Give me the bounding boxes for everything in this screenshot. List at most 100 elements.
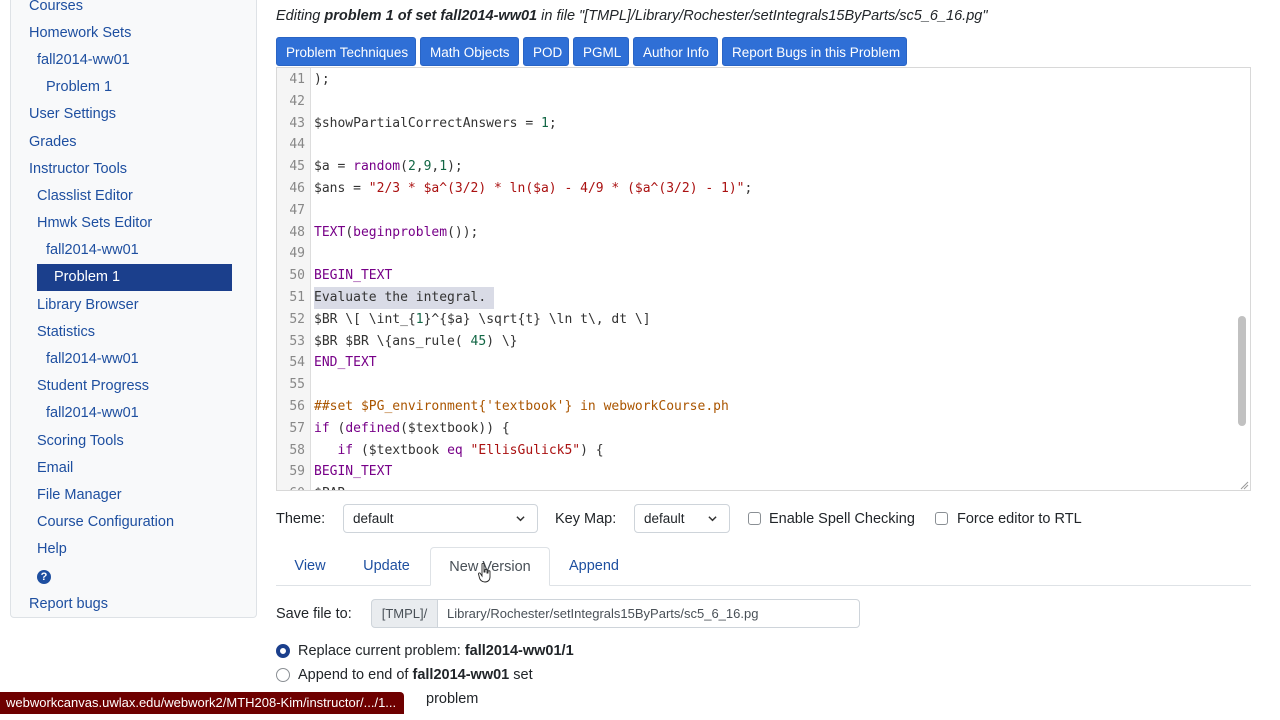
theme-label: Theme: xyxy=(276,511,326,527)
code-line[interactable]: 46 $ans = "2/3 * $a^(3/2) * ln($a) - 4/9 … xyxy=(277,178,1237,200)
report-bugs-problem-button[interactable]: Report Bugs in this Problem xyxy=(722,37,907,66)
tab-append[interactable]: Append xyxy=(558,547,630,585)
sidebar-item-problem-1[interactable]: Problem 1 xyxy=(46,74,112,101)
code-text: if ($textbook eq "EllisGulick5") { xyxy=(337,442,604,458)
sidebar-item-user-settings[interactable]: User Settings xyxy=(29,101,116,128)
spell-check-label: Enable Spell Checking xyxy=(769,511,915,527)
code-line[interactable]: 47 xyxy=(277,200,1237,222)
sidebar-item-progress-set[interactable]: fall2014-ww01 xyxy=(46,400,139,427)
code-line[interactable]: 48 TEXT(beginproblem()); xyxy=(277,222,1237,244)
replace-problem-radio[interactable] xyxy=(276,644,290,658)
line-number: 59 xyxy=(289,464,305,480)
sidebar-item-hmwk-sets-editor[interactable]: Hmwk Sets Editor xyxy=(37,210,152,237)
chevron-down-icon xyxy=(516,516,525,522)
line-number: 60 xyxy=(277,483,305,490)
append-set-label: Append to end of fall2014-ww01 set xyxy=(298,667,533,683)
hand-cursor-icon xyxy=(478,563,491,583)
line-number: 54 xyxy=(289,355,305,371)
code-line[interactable]: 51 Evaluate the integral. xyxy=(277,287,1237,309)
sidebar-item-editor-problem-1[interactable]: Problem 1 xyxy=(37,264,232,291)
sidebar-item-grades[interactable]: Grades xyxy=(29,129,77,156)
code-line[interactable]: 58 if ($textbook eq "EllisGulick5") { xyxy=(277,440,1237,462)
pgml-button[interactable]: PGML xyxy=(573,37,629,66)
code-line[interactable]: 41); xyxy=(277,69,1237,91)
tab-view[interactable]: View xyxy=(281,547,339,585)
code-line[interactable]: 53 $BR $BR \{ans_rule( 45) \} xyxy=(277,331,1237,353)
keymap-select[interactable]: default xyxy=(634,504,730,533)
code-line[interactable]: 44 xyxy=(277,134,1237,156)
question-circle-icon[interactable]: ? xyxy=(37,570,51,584)
line-number: 51 xyxy=(289,290,305,305)
line-number: 57 xyxy=(289,420,305,436)
code-line[interactable]: 57 if (defined($textbook)) { xyxy=(277,418,1237,440)
sidebar-item-set-fall2014-ww01[interactable]: fall2014-ww01 xyxy=(37,47,130,74)
code-editor[interactable]: 41); 42 43 $showPartialCorrectAnswers = 1; 4… xyxy=(276,67,1251,491)
sidebar-item-student-progress[interactable]: Student Progress xyxy=(37,373,149,400)
line-number: 43 xyxy=(289,115,305,131)
replace-prefix: Replace current problem: xyxy=(298,643,465,659)
code-line[interactable]: 43 $showPartialCorrectAnswers = 1; xyxy=(277,113,1237,135)
sidebar-item-statistics[interactable]: Statistics xyxy=(37,319,95,346)
code-text: BEGIN_TEXT xyxy=(314,268,393,284)
save-file-label: Save file to: xyxy=(276,606,352,622)
replace-target: fall2014-ww01/1 xyxy=(464,643,574,659)
code-line[interactable]: 50 BEGIN_TEXT xyxy=(277,265,1237,287)
chevron-down-icon xyxy=(708,516,717,522)
sidebar-item-homework-sets[interactable]: Homework Sets xyxy=(29,20,131,47)
sidebar-item-library-browser[interactable]: Library Browser xyxy=(37,292,139,319)
tab-update[interactable]: Update xyxy=(349,547,424,585)
line-number: 41 xyxy=(289,72,305,87)
code-line[interactable]: 55 xyxy=(277,374,1237,396)
editor-scrollbar-thumb[interactable] xyxy=(1238,316,1246,426)
append-set-radio[interactable] xyxy=(276,668,290,682)
code-text: $showPartialCorrectAnswers = 1; xyxy=(314,115,557,131)
code-text: BEGIN_TEXT xyxy=(314,464,393,480)
code-line[interactable]: 42 xyxy=(277,91,1237,113)
code-text: ); xyxy=(314,72,330,87)
code-text: END_TEXT xyxy=(314,355,377,371)
code-line[interactable]: 54 END_TEXT xyxy=(277,352,1237,374)
code-text: if (defined($textbook)) { xyxy=(314,420,510,436)
sidebar-item-courses[interactable]: Courses xyxy=(29,0,83,20)
spell-check-checkbox[interactable] xyxy=(748,512,761,525)
code-line[interactable]: 52 $BR \[ \int_{1}^{$a} \sqrt{t} \ln t\, … xyxy=(277,309,1237,331)
sidebar-item-report-bugs[interactable]: Report bugs xyxy=(29,591,108,618)
line-number: 42 xyxy=(289,93,305,109)
sidebar-item-editor-set[interactable]: fall2014-ww01 xyxy=(46,237,139,264)
sidebar-item-statistics-set[interactable]: fall2014-ww01 xyxy=(46,346,139,373)
sidebar-item-instructor-tools[interactable]: Instructor Tools xyxy=(29,156,127,183)
code-line[interactable]: 56 ##set $PG_environment{'textbook'} in w… xyxy=(277,396,1237,418)
line-number: 44 xyxy=(289,137,305,153)
code-line[interactable]: 49 xyxy=(277,243,1237,265)
sidebar-item-email[interactable]: Email xyxy=(37,455,73,482)
line-number: 47 xyxy=(289,202,305,218)
code-text: $BR $BR \{ans_rule( 45) \} xyxy=(314,333,518,349)
title-problem: problem 1 of set fall2014-ww01 xyxy=(324,8,538,24)
code-line[interactable]: 45 $a = random(2,9,1); xyxy=(277,156,1237,178)
sidebar-item-course-configuration[interactable]: Course Configuration xyxy=(37,509,174,536)
rtl-checkbox[interactable] xyxy=(935,512,948,525)
pod-button[interactable]: POD xyxy=(523,37,569,66)
problem-techniques-button[interactable]: Problem Techniques xyxy=(276,37,416,66)
code-line[interactable]: 60 $PAR xyxy=(277,483,1237,490)
sidebar-item-help[interactable]: Help xyxy=(37,536,67,563)
code-text: ##set $PG_environment{'textbook'} in web… xyxy=(314,399,729,414)
code-line[interactable]: 59 BEGIN_TEXT xyxy=(277,461,1237,483)
line-number: 55 xyxy=(289,377,305,393)
tmpl-prefix: [TMPL]/ xyxy=(371,599,438,628)
theme-select-value: default xyxy=(353,511,394,526)
theme-select[interactable]: default xyxy=(343,504,538,533)
title-prefix: Editing xyxy=(276,8,325,24)
append-target: fall2014-ww01 xyxy=(412,667,510,683)
tabs-divider xyxy=(276,585,1251,586)
author-info-button[interactable]: Author Info xyxy=(633,37,718,66)
save-path-input[interactable] xyxy=(437,599,860,628)
sidebar-item-file-manager[interactable]: File Manager xyxy=(37,482,122,509)
math-objects-button[interactable]: Math Objects xyxy=(420,37,519,66)
status-bar-url: webworkcanvas.uwlax.edu/webwork2/MTH208-… xyxy=(0,692,405,714)
line-number: 56 xyxy=(289,399,305,414)
line-number: 48 xyxy=(289,224,305,240)
sidebar-item-classlist-editor[interactable]: Classlist Editor xyxy=(37,183,133,210)
sidebar-item-scoring-tools[interactable]: Scoring Tools xyxy=(37,428,124,455)
resize-grip-icon[interactable] xyxy=(1240,481,1249,490)
